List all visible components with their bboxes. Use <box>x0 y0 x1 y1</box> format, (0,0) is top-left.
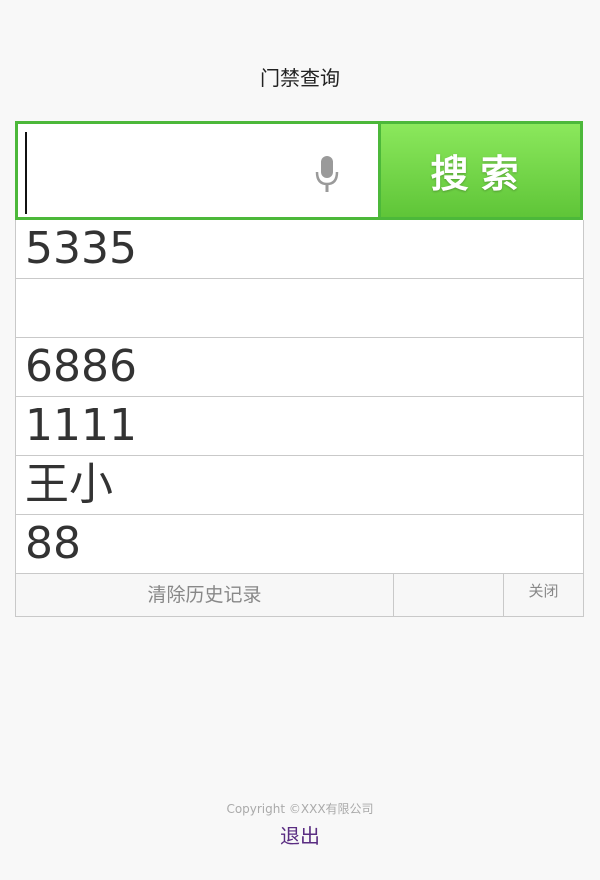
search-bar: 搜索 <box>15 121 583 220</box>
page: 门禁查询 搜索 5335 6886 1111 王小 88 清除历史记录 关闭 C… <box>0 0 600 880</box>
history-item[interactable]: 王小 <box>16 456 583 515</box>
history-item[interactable]: 6886 <box>16 338 583 397</box>
search-input[interactable] <box>24 128 308 214</box>
history-item[interactable]: 88 <box>16 515 583 574</box>
text-cursor <box>25 132 27 214</box>
clear-history-button[interactable]: 清除历史记录 <box>16 574 394 616</box>
history-footer: 清除历史记录 关闭 <box>16 574 583 617</box>
footer-spacer <box>394 574 504 616</box>
search-input-container[interactable] <box>18 124 381 217</box>
microphone-icon[interactable] <box>312 154 342 194</box>
history-item[interactable]: 5335 <box>16 220 583 279</box>
search-history-list: 5335 6886 1111 王小 88 清除历史记录 关闭 <box>15 220 584 617</box>
close-history-button[interactable]: 关闭 <box>504 574 583 616</box>
copyright-text: Copyright ©XXX有限公司 <box>226 802 374 816</box>
logout-link[interactable]: 退出 <box>0 820 600 849</box>
history-item[interactable]: 1111 <box>16 397 583 456</box>
page-title: 门禁查询 <box>260 66 340 90</box>
search-button[interactable]: 搜索 <box>381 124 580 217</box>
history-item[interactable] <box>16 279 583 338</box>
